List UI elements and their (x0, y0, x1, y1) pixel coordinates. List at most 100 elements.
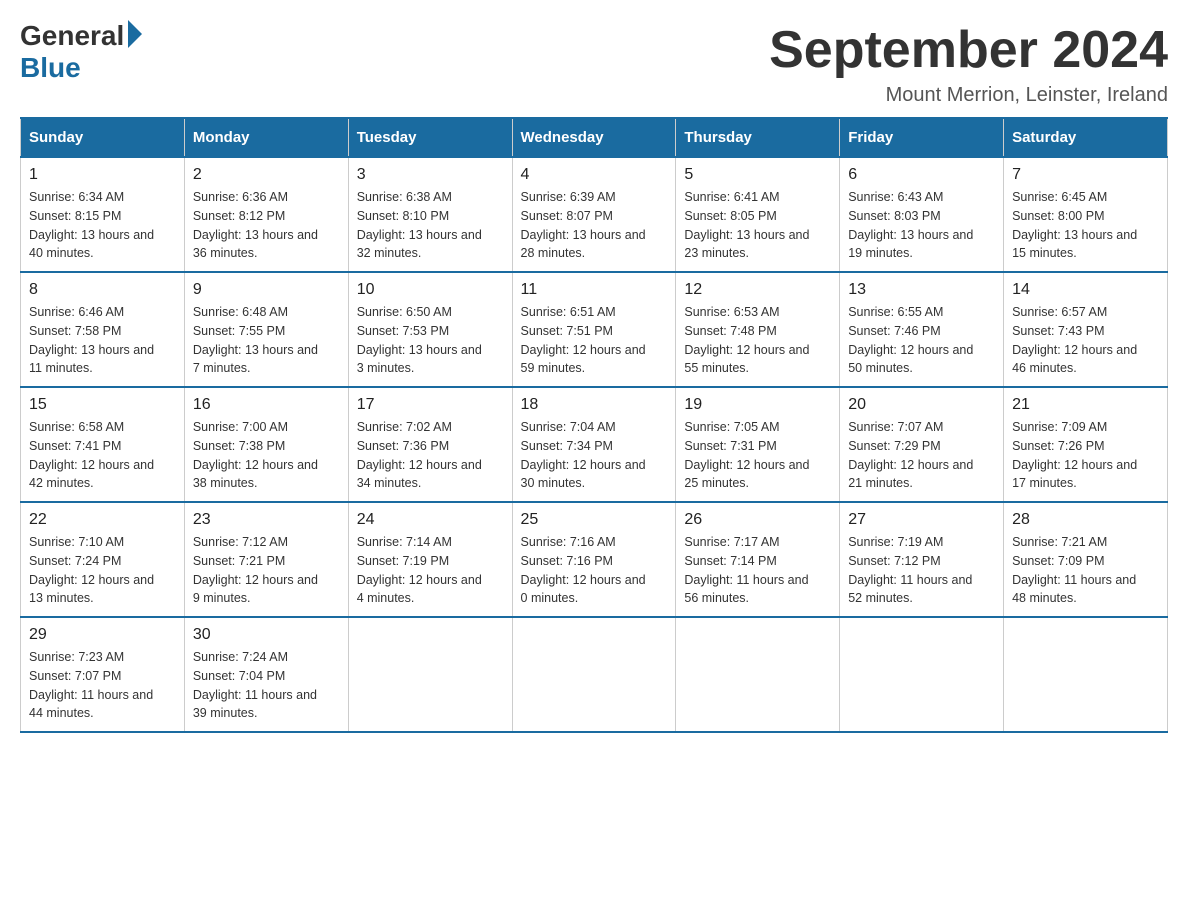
day-number: 9 (193, 281, 340, 299)
day-info: Sunrise: 6:57 AM Sunset: 7:43 PM Dayligh… (1012, 303, 1159, 378)
calendar-cell: 18 Sunrise: 7:04 AM Sunset: 7:34 PM Dayl… (512, 387, 676, 502)
day-number: 15 (29, 396, 176, 414)
calendar-cell: 15 Sunrise: 6:58 AM Sunset: 7:41 PM Dayl… (21, 387, 185, 502)
calendar-header-row: Sunday Monday Tuesday Wednesday Thursday… (21, 118, 1168, 157)
day-number: 25 (521, 511, 668, 529)
day-number: 30 (193, 626, 340, 644)
day-number: 6 (848, 166, 995, 184)
calendar-cell: 24 Sunrise: 7:14 AM Sunset: 7:19 PM Dayl… (348, 502, 512, 617)
day-info: Sunrise: 7:05 AM Sunset: 7:31 PM Dayligh… (684, 418, 831, 493)
logo-arrow-icon (128, 20, 142, 48)
day-number: 5 (684, 166, 831, 184)
col-friday: Friday (840, 118, 1004, 157)
day-info: Sunrise: 7:19 AM Sunset: 7:12 PM Dayligh… (848, 533, 995, 608)
day-number: 2 (193, 166, 340, 184)
day-info: Sunrise: 7:23 AM Sunset: 7:07 PM Dayligh… (29, 648, 176, 723)
calendar-cell: 5 Sunrise: 6:41 AM Sunset: 8:05 PM Dayli… (676, 157, 840, 272)
calendar-cell: 17 Sunrise: 7:02 AM Sunset: 7:36 PM Dayl… (348, 387, 512, 502)
logo: General Blue (20, 20, 142, 84)
day-info: Sunrise: 6:45 AM Sunset: 8:00 PM Dayligh… (1012, 188, 1159, 263)
day-info: Sunrise: 7:17 AM Sunset: 7:14 PM Dayligh… (684, 533, 831, 608)
day-number: 11 (521, 281, 668, 299)
calendar-cell: 20 Sunrise: 7:07 AM Sunset: 7:29 PM Dayl… (840, 387, 1004, 502)
calendar-cell: 10 Sunrise: 6:50 AM Sunset: 7:53 PM Dayl… (348, 272, 512, 387)
day-info: Sunrise: 6:50 AM Sunset: 7:53 PM Dayligh… (357, 303, 504, 378)
day-number: 18 (521, 396, 668, 414)
day-info: Sunrise: 7:07 AM Sunset: 7:29 PM Dayligh… (848, 418, 995, 493)
day-info: Sunrise: 6:39 AM Sunset: 8:07 PM Dayligh… (521, 188, 668, 263)
calendar-cell: 4 Sunrise: 6:39 AM Sunset: 8:07 PM Dayli… (512, 157, 676, 272)
calendar-cell: 9 Sunrise: 6:48 AM Sunset: 7:55 PM Dayli… (184, 272, 348, 387)
day-number: 29 (29, 626, 176, 644)
calendar-cell: 21 Sunrise: 7:09 AM Sunset: 7:26 PM Dayl… (1004, 387, 1168, 502)
calendar-cell: 12 Sunrise: 6:53 AM Sunset: 7:48 PM Dayl… (676, 272, 840, 387)
calendar-cell (1004, 617, 1168, 732)
month-title: September 2024 (769, 20, 1168, 80)
day-number: 4 (521, 166, 668, 184)
logo-general-text: General (20, 20, 124, 52)
calendar-cell: 26 Sunrise: 7:17 AM Sunset: 7:14 PM Dayl… (676, 502, 840, 617)
col-sunday: Sunday (21, 118, 185, 157)
calendar-cell (676, 617, 840, 732)
day-number: 19 (684, 396, 831, 414)
day-info: Sunrise: 6:36 AM Sunset: 8:12 PM Dayligh… (193, 188, 340, 263)
col-saturday: Saturday (1004, 118, 1168, 157)
calendar-week-1: 1 Sunrise: 6:34 AM Sunset: 8:15 PM Dayli… (21, 157, 1168, 272)
day-number: 7 (1012, 166, 1159, 184)
day-info: Sunrise: 7:09 AM Sunset: 7:26 PM Dayligh… (1012, 418, 1159, 493)
calendar-cell: 30 Sunrise: 7:24 AM Sunset: 7:04 PM Dayl… (184, 617, 348, 732)
col-monday: Monday (184, 118, 348, 157)
calendar-cell: 19 Sunrise: 7:05 AM Sunset: 7:31 PM Dayl… (676, 387, 840, 502)
day-info: Sunrise: 7:10 AM Sunset: 7:24 PM Dayligh… (29, 533, 176, 608)
calendar-cell: 11 Sunrise: 6:51 AM Sunset: 7:51 PM Dayl… (512, 272, 676, 387)
day-number: 21 (1012, 396, 1159, 414)
day-info: Sunrise: 7:14 AM Sunset: 7:19 PM Dayligh… (357, 533, 504, 608)
calendar-table: Sunday Monday Tuesday Wednesday Thursday… (20, 117, 1168, 733)
calendar-cell: 23 Sunrise: 7:12 AM Sunset: 7:21 PM Dayl… (184, 502, 348, 617)
day-info: Sunrise: 7:24 AM Sunset: 7:04 PM Dayligh… (193, 648, 340, 723)
calendar-cell: 1 Sunrise: 6:34 AM Sunset: 8:15 PM Dayli… (21, 157, 185, 272)
day-info: Sunrise: 7:12 AM Sunset: 7:21 PM Dayligh… (193, 533, 340, 608)
day-info: Sunrise: 6:55 AM Sunset: 7:46 PM Dayligh… (848, 303, 995, 378)
day-number: 14 (1012, 281, 1159, 299)
calendar-cell: 14 Sunrise: 6:57 AM Sunset: 7:43 PM Dayl… (1004, 272, 1168, 387)
col-wednesday: Wednesday (512, 118, 676, 157)
day-info: Sunrise: 6:38 AM Sunset: 8:10 PM Dayligh… (357, 188, 504, 263)
day-number: 26 (684, 511, 831, 529)
day-info: Sunrise: 7:16 AM Sunset: 7:16 PM Dayligh… (521, 533, 668, 608)
calendar-cell: 27 Sunrise: 7:19 AM Sunset: 7:12 PM Dayl… (840, 502, 1004, 617)
day-number: 13 (848, 281, 995, 299)
day-number: 12 (684, 281, 831, 299)
day-info: Sunrise: 6:46 AM Sunset: 7:58 PM Dayligh… (29, 303, 176, 378)
calendar-cell: 7 Sunrise: 6:45 AM Sunset: 8:00 PM Dayli… (1004, 157, 1168, 272)
day-info: Sunrise: 7:04 AM Sunset: 7:34 PM Dayligh… (521, 418, 668, 493)
page-header: General Blue September 2024 Mount Merrio… (20, 20, 1168, 107)
day-number: 16 (193, 396, 340, 414)
logo-blue-text: Blue (20, 52, 81, 84)
day-info: Sunrise: 6:41 AM Sunset: 8:05 PM Dayligh… (684, 188, 831, 263)
calendar-cell: 2 Sunrise: 6:36 AM Sunset: 8:12 PM Dayli… (184, 157, 348, 272)
location-subtitle: Mount Merrion, Leinster, Ireland (769, 84, 1168, 107)
day-info: Sunrise: 6:34 AM Sunset: 8:15 PM Dayligh… (29, 188, 176, 263)
day-number: 8 (29, 281, 176, 299)
calendar-cell: 28 Sunrise: 7:21 AM Sunset: 7:09 PM Dayl… (1004, 502, 1168, 617)
calendar-cell: 16 Sunrise: 7:00 AM Sunset: 7:38 PM Dayl… (184, 387, 348, 502)
calendar-week-5: 29 Sunrise: 7:23 AM Sunset: 7:07 PM Dayl… (21, 617, 1168, 732)
day-number: 22 (29, 511, 176, 529)
calendar-week-2: 8 Sunrise: 6:46 AM Sunset: 7:58 PM Dayli… (21, 272, 1168, 387)
calendar-cell: 6 Sunrise: 6:43 AM Sunset: 8:03 PM Dayli… (840, 157, 1004, 272)
day-info: Sunrise: 6:58 AM Sunset: 7:41 PM Dayligh… (29, 418, 176, 493)
day-number: 10 (357, 281, 504, 299)
col-thursday: Thursday (676, 118, 840, 157)
calendar-week-4: 22 Sunrise: 7:10 AM Sunset: 7:24 PM Dayl… (21, 502, 1168, 617)
day-number: 1 (29, 166, 176, 184)
day-info: Sunrise: 7:00 AM Sunset: 7:38 PM Dayligh… (193, 418, 340, 493)
calendar-cell (840, 617, 1004, 732)
day-number: 23 (193, 511, 340, 529)
day-info: Sunrise: 6:43 AM Sunset: 8:03 PM Dayligh… (848, 188, 995, 263)
day-number: 3 (357, 166, 504, 184)
day-number: 20 (848, 396, 995, 414)
day-info: Sunrise: 7:21 AM Sunset: 7:09 PM Dayligh… (1012, 533, 1159, 608)
calendar-cell: 22 Sunrise: 7:10 AM Sunset: 7:24 PM Dayl… (21, 502, 185, 617)
calendar-cell: 29 Sunrise: 7:23 AM Sunset: 7:07 PM Dayl… (21, 617, 185, 732)
